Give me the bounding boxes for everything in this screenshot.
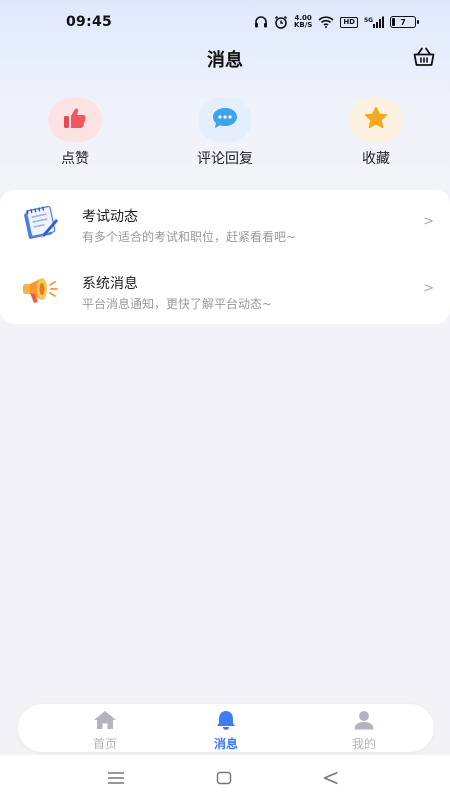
battery-indicator: 7 [390,16,419,28]
quick-action-favorites[interactable]: 收藏 [316,98,436,168]
home-icon [93,710,117,734]
star-icon [363,106,389,134]
chevron-right-icon: > [423,281,434,296]
menu-icon[interactable] [106,769,126,787]
quick-action-favorites-label: 收藏 [362,151,390,167]
bottom-tab-bar: 首页 消息 我的 [18,704,434,752]
basket-icon [413,47,435,71]
megaphone-icon [20,272,60,308]
chat-bubble-icon [212,107,238,133]
quick-actions-bar: 点赞 评论回复 收藏 [0,88,450,180]
bell-icon [215,710,237,734]
favorites-icon-bubble [349,98,403,142]
back-triangle-icon[interactable] [321,769,341,787]
status-icons: 4.00 KB/S HD 5G 7 [254,15,419,29]
tab-home-label: 首页 [92,737,117,751]
list-item-subtitle: 有多个适合的考试和职位，赶紧看看吧~ [82,230,297,244]
list-item-exam-updates[interactable]: 考试动态 有多个适合的考试和职位，赶紧看看吧~ > [0,190,450,257]
list-item-title: 考试动态 [82,209,138,225]
quick-action-likes[interactable]: 点赞 [15,98,135,168]
quick-action-comments[interactable]: 评论回复 [165,98,285,168]
comments-icon-bubble [198,98,252,142]
hd-badge: HD [340,16,358,28]
wifi-icon [318,16,334,28]
list-item-system-messages[interactable]: 系统消息 平台消息通知，更快了解平台动态~ > [0,257,450,324]
system-navigation-bar [0,755,450,800]
signal-icon: 5G [364,16,384,29]
alarm-clock-icon [274,15,288,29]
message-list: 考试动态 有多个适合的考试和职位，赶紧看看吧~ > 系统消息 平台消息通知，更快… [0,190,450,324]
tab-home[interactable]: 首页 [65,710,145,752]
headphones-icon [254,16,268,28]
tab-profile-label: 我的 [351,737,376,751]
quick-action-likes-label: 点赞 [61,151,89,167]
network-speed: 4.00 KB/S [294,15,312,29]
page-title: 消息 [207,50,243,71]
likes-icon-bubble [48,98,102,142]
network-speed-unit: KB/S [293,21,313,29]
list-item-title: 系统消息 [82,276,138,292]
status-bar: 09:45 4.00 KB/S HD 5G 7 [0,0,450,44]
tab-profile[interactable]: 我的 [324,710,404,752]
tab-messages[interactable]: 消息 [186,710,266,752]
list-item-subtitle: 平台消息通知，更快了解平台动态~ [82,297,273,311]
thumbs-up-icon [63,107,87,133]
user-icon [353,710,375,734]
quick-action-comments-label: 评论回复 [197,151,253,167]
status-time: 09:45 [66,14,113,30]
battery-level: 7 [400,17,406,27]
basket-button[interactable] [412,47,436,71]
chevron-right-icon: > [423,214,434,229]
notebook-pen-icon [20,205,60,241]
home-square-icon[interactable] [214,769,234,787]
tab-messages-label: 消息 [213,737,238,751]
svg-text:5G: 5G [364,17,373,24]
page-header: 消息 [0,44,450,74]
